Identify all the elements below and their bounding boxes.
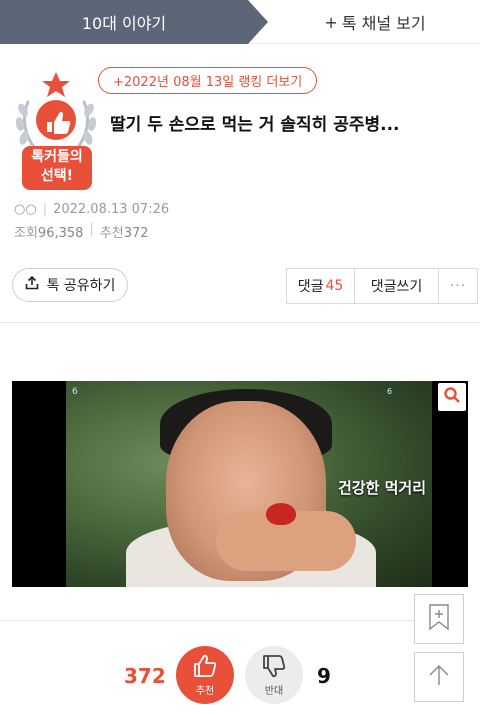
downvote-button[interactable]: 반대	[245, 646, 303, 704]
post-meta-stats: 조회96,358 | 추천372	[14, 222, 149, 241]
downvote-label: 반대	[264, 686, 284, 697]
thumbs-down-icon	[261, 653, 287, 682]
video-caption: 건강한 먹거리	[338, 479, 427, 497]
scroll-top-button[interactable]	[414, 652, 464, 702]
post-author[interactable]: ○○	[14, 202, 37, 217]
vote-section-divider	[0, 620, 414, 621]
downvote-count: 9	[317, 664, 331, 688]
views-count: 96,358	[37, 226, 84, 241]
video-player[interactable]: 6 6 건강한 먹거리	[12, 381, 468, 587]
tab-view-channel-label: 톡 채널 보기	[341, 14, 426, 33]
broadcaster-logo-right: 6	[387, 387, 393, 396]
likes-label: 추천	[99, 226, 124, 241]
bookmark-add-icon	[428, 603, 450, 635]
broadcaster-logo-left: 6	[72, 387, 78, 397]
thumbs-up-icon	[192, 653, 218, 682]
comments-count: 45	[325, 278, 344, 294]
share-button[interactable]: 톡 공유하기	[12, 268, 128, 302]
share-button-label: 톡 공유하기	[46, 278, 116, 294]
post-date: 2022.08.13 07:26	[53, 202, 170, 217]
ranking-more-link[interactable]: +2022년 08월 13일 랭킹 더보기	[98, 67, 318, 94]
upvote-button[interactable]: 추천	[176, 646, 234, 704]
more-options-button[interactable]: ···	[439, 269, 477, 303]
tab-arrow-decoration	[248, 0, 268, 44]
toker-choice-badge: 톡커들의 선택!	[14, 72, 102, 192]
more-icon: ···	[449, 278, 467, 294]
tab-10s-stories[interactable]: 10대 이야기	[0, 0, 248, 44]
post-meta-author-date: ○○ | 2022.08.13 07:26	[14, 202, 169, 217]
write-comment-button[interactable]: 댓글쓰기	[355, 269, 439, 303]
post-title: 딸기 두 손으로 먹는 거 솔직히 공주병...	[110, 115, 400, 135]
views-label: 조회	[14, 226, 38, 241]
likes-count: 372	[123, 226, 149, 241]
search-button[interactable]	[438, 383, 466, 411]
meta-separator: |	[42, 202, 48, 217]
comments-label: 댓글	[297, 279, 324, 295]
comments-button[interactable]: 댓글 45	[287, 269, 355, 303]
bookmark-button[interactable]	[414, 594, 464, 644]
badge-line-1: 톡커들의	[31, 149, 83, 165]
badge-line-2: 선택!	[40, 168, 74, 184]
ranking-more-label: +2022년 08월 13일 랭킹 더보기	[113, 75, 303, 90]
search-icon	[443, 386, 461, 408]
write-comment-label: 댓글쓰기	[370, 279, 423, 295]
share-icon	[25, 275, 39, 294]
comment-actions: 댓글 45 댓글쓰기 ···	[286, 268, 478, 304]
tab-10s-stories-label: 10대 이야기	[81, 14, 167, 33]
section-divider	[0, 322, 480, 323]
upvote-label: 추천	[195, 686, 215, 697]
arrow-up-icon	[427, 663, 451, 691]
meta-separator-2: |	[89, 222, 94, 237]
video-scene-strawberry	[266, 503, 296, 525]
top-tab-bar: 10대 이야기 + 톡 채널 보기	[0, 0, 480, 44]
tab-view-channel[interactable]: + 톡 채널 보기	[300, 0, 450, 44]
plus-icon: +	[324, 12, 338, 32]
upvote-count: 372	[124, 664, 166, 688]
